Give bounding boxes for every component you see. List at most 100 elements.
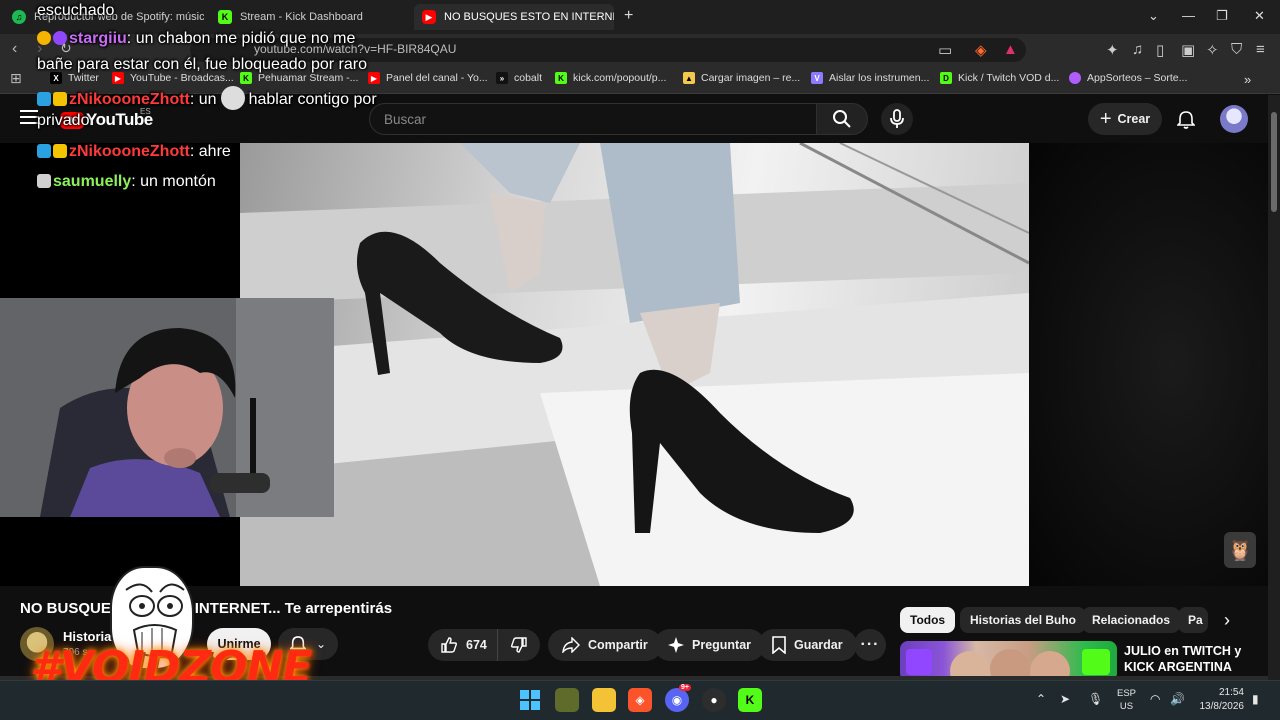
recommendation-thumbnail[interactable] [900,641,1117,681]
moderator-sword-icon [37,144,51,158]
player-side-dark [1029,143,1268,586]
brave-browser-icon[interactable]: ◈ [628,688,652,712]
share-button[interactable]: Compartir [548,629,662,661]
leo-ai-icon[interactable]: ✧ [1206,41,1219,59]
apps-grid-icon[interactable]: ⊞ [10,70,22,87]
bookmark-kick-popout[interactable]: K kick.com/popout/p... [555,72,666,84]
sparkle-icon [668,637,684,653]
hamburger-menu-icon[interactable] [20,110,38,124]
new-tab-button[interactable]: + [624,7,633,25]
chat-message-stargiiu: stargiiu: un chabon me pidió que no me [37,30,355,48]
owl-channel-watermark[interactable]: 🦉 [1224,532,1256,568]
youtube-icon: ▶ [368,72,380,84]
obs-studio-icon[interactable]: ● [702,688,726,712]
windows-start-icon[interactable] [518,688,542,712]
show-hidden-icons[interactable]: ⌃ [1036,692,1046,706]
bookmark-panel-canal[interactable]: ▶ Panel del canal - Yo... [368,72,488,84]
clock-time: 21:54 [1218,687,1244,698]
chevron-right-icon[interactable]: › [1214,607,1240,633]
microphone-tray-icon[interactable]: 🎙 [1088,692,1103,706]
cobalt-icon: » [496,72,508,84]
kick-app-icon[interactable]: K [738,688,762,712]
save-label: Guardar [794,638,843,652]
extensions-icon[interactable]: ✦ [1106,41,1119,59]
search-input[interactable]: Buscar [369,103,817,135]
brave-shields-icon[interactable]: ◈ [975,41,987,59]
sidebar-icon[interactable]: ▯ [1156,41,1164,59]
chat-message-znikooonezhott: zNikoooneZhott: ahre [37,143,231,161]
chip-historias-del-buho[interactable]: Historias del Buho [960,607,1087,633]
chip-partial[interactable]: Pa [1178,607,1208,633]
keyboard-language-indicator[interactable]: ESP US [1117,687,1136,713]
brave-rewards-icon[interactable]: ▲ [1003,41,1018,58]
bookmark-label: Cargar imagen – re... [701,72,801,84]
moderator-sword-icon [37,92,51,106]
bookmark-cobalt[interactable]: » cobalt [496,72,542,84]
vpn-icon[interactable]: ⛉ [1231,41,1242,58]
share-label: Compartir [588,638,648,652]
bookmark-label: Kick / Twitch VOD d... [958,72,1060,84]
maximize-button[interactable]: ❐ [1216,8,1228,24]
search-button[interactable] [816,103,868,135]
wifi-icon[interactable]: ◠ [1150,692,1160,706]
clock-date: 13/8/2026 [1199,701,1245,712]
vod-icon: D [940,72,952,84]
ask-label: Preguntar [692,638,752,652]
webcam-overlay [0,298,334,517]
chat-message-znikooonezhott: zNikoooneZhott: un hablar contigo por [37,86,377,110]
like-count: 674 [466,638,487,652]
dislike-button[interactable] [498,629,536,661]
bookmark-kick-twitch-vod[interactable]: D Kick / Twitch VOD d... [940,72,1059,84]
save-button[interactable]: Guardar [758,629,857,661]
tab-youtube-video[interactable]: ▶ NO BUSQUES ESTO EN INTERNE ✕ [414,4,614,30]
tab-kick-dashboard[interactable]: K Stream - Kick Dashboard [210,4,410,30]
wallet-icon[interactable]: ▣ [1181,41,1195,59]
chevron-down-icon: ⌄ [315,637,327,651]
file-explorer-icon[interactable] [592,688,616,712]
back-icon[interactable]: ‹ [12,40,17,58]
video-frame[interactable] [240,143,1029,586]
notifications-tray-icon[interactable]: ▮ [1252,692,1259,706]
chat-username: stargiiu [69,30,127,47]
media-icon[interactable]: ♫ [1132,41,1143,58]
browser-tab-bar: ♫ Reproductor web de Spotify: música K S… [0,0,1280,34]
user-badge-icon [37,174,51,188]
browser-menu-icon[interactable]: ≡ [1256,41,1265,58]
video-title: NO BUSQUES ESTO EN INTERNET... Te arrepe… [20,600,393,617]
more-actions-icon[interactable]: ··· [854,629,886,661]
notification-badge: 9+ [679,684,691,691]
crown-icon [53,144,67,158]
chat-text: : ahre [189,143,231,160]
close-window-button[interactable]: ✕ [1254,8,1265,24]
image-upload-icon: ▲ [683,72,695,84]
minimize-button[interactable]: — [1182,8,1195,23]
chat-text: bañe para estar con él, fue bloqueado po… [37,56,368,73]
widgets-app-icon[interactable] [555,688,579,712]
bookmark-cargar-imagen[interactable]: ▲ Cargar imagen – re... [683,72,800,84]
chat-text: : un chabon me pidió que no me [126,30,356,47]
chat-text: : un [189,91,217,108]
network-tray-icon[interactable]: ➤ [1060,692,1070,706]
tab-search-icon[interactable]: ⌄ [1148,8,1159,24]
like-button[interactable]: 674 [428,629,498,661]
account-avatar[interactable] [1220,105,1248,133]
ask-button[interactable]: Preguntar [654,629,766,661]
chat-line: bañe para estar con él, fue bloqueado po… [37,56,367,74]
scrollbar-thumb[interactable] [1271,112,1277,212]
cast-icon[interactable]: ▭ [938,41,952,59]
voice-search-button[interactable] [881,103,913,135]
chat-username: zNikoooneZhott [69,91,190,108]
bookmark-icon [772,636,786,654]
bookmark-aislar-instrumentos[interactable]: V Aislar los instrumen... [811,72,929,84]
chip-todos[interactable]: Todos [900,607,956,633]
chip-relacionados[interactable]: Relacionados [1082,607,1181,633]
search-icon [833,110,851,128]
language-code: ESP [1117,688,1137,699]
volume-icon[interactable]: 🔊 [1170,692,1185,706]
discord-icon[interactable]: ◉ 9+ [665,684,691,712]
create-button[interactable]: + Crear [1088,103,1162,135]
notifications-button[interactable] [1174,108,1198,132]
more-bookmarks-icon[interactable]: » [1244,72,1251,87]
system-clock[interactable]: 21:54 13/8/2026 [1196,686,1245,714]
bookmark-appsorteos[interactable]: AppSorteos – Sorte... [1069,72,1187,84]
